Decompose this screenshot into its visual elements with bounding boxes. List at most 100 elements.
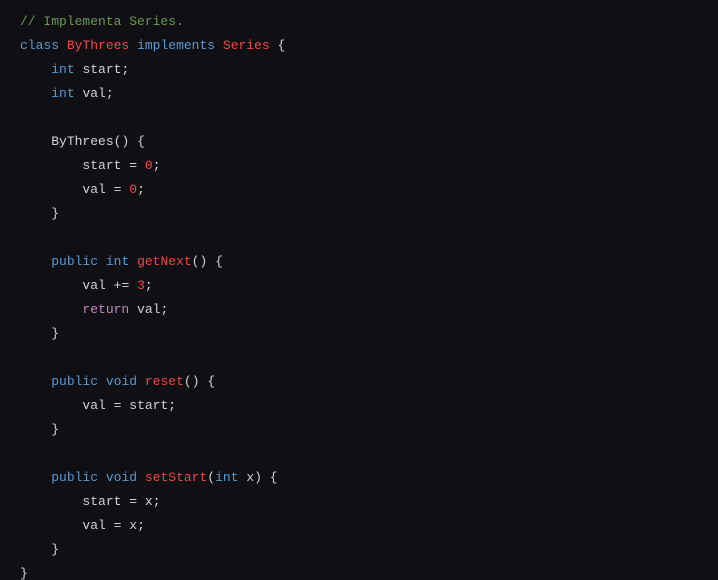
indent bbox=[20, 494, 82, 509]
space bbox=[262, 470, 270, 485]
code-line: int start; bbox=[20, 62, 129, 77]
space bbox=[129, 278, 137, 293]
ident-start: start bbox=[129, 398, 168, 413]
indent bbox=[20, 470, 51, 485]
indent bbox=[20, 134, 51, 149]
space bbox=[215, 38, 223, 53]
code-line: } bbox=[20, 422, 59, 437]
ident-val: val bbox=[82, 182, 105, 197]
code-line: ByThrees() { bbox=[20, 134, 145, 149]
class-name: ByThrees bbox=[67, 38, 129, 53]
indent bbox=[20, 254, 51, 269]
brace-open: { bbox=[215, 254, 223, 269]
keyword-class: class bbox=[20, 38, 59, 53]
ctor-name: ByThrees bbox=[51, 134, 113, 149]
space bbox=[137, 158, 145, 173]
space bbox=[129, 254, 137, 269]
space bbox=[129, 134, 137, 149]
brace-close: } bbox=[20, 566, 28, 580]
code-line: start = x; bbox=[20, 494, 161, 509]
code-line: int val; bbox=[20, 86, 114, 101]
space bbox=[106, 182, 114, 197]
space bbox=[270, 38, 278, 53]
paren-open: ( bbox=[184, 374, 192, 389]
ident-x: x bbox=[145, 494, 153, 509]
space bbox=[59, 38, 67, 53]
code-line: public void setStart(int x) { bbox=[20, 470, 278, 485]
indent bbox=[20, 542, 51, 557]
semicolon: ; bbox=[145, 278, 153, 293]
space bbox=[129, 38, 137, 53]
space bbox=[207, 254, 215, 269]
code-line: } bbox=[20, 326, 59, 341]
code-line: return val; bbox=[20, 302, 168, 317]
type-int: int bbox=[51, 62, 74, 77]
semicolon: ; bbox=[168, 398, 176, 413]
op-assign: = bbox=[129, 158, 137, 173]
code-line: } bbox=[20, 566, 28, 580]
space bbox=[106, 518, 114, 533]
keyword-return: return bbox=[82, 302, 129, 317]
brace-open: { bbox=[137, 134, 145, 149]
indent bbox=[20, 374, 51, 389]
keyword-public: public bbox=[51, 470, 98, 485]
semicolon: ; bbox=[160, 302, 168, 317]
type-void: void bbox=[106, 470, 137, 485]
number-zero: 0 bbox=[129, 182, 137, 197]
space bbox=[137, 494, 145, 509]
indent bbox=[20, 278, 82, 293]
type-int: int bbox=[106, 254, 129, 269]
brace-open: { bbox=[278, 38, 286, 53]
paren-close: ) bbox=[254, 470, 262, 485]
indent bbox=[20, 62, 51, 77]
semicolon: ; bbox=[106, 86, 114, 101]
space bbox=[106, 278, 114, 293]
semicolon: ; bbox=[153, 494, 161, 509]
brace-close: } bbox=[51, 206, 59, 221]
brace-close: } bbox=[51, 326, 59, 341]
code-line: val += 3; bbox=[20, 278, 153, 293]
op-assign: = bbox=[129, 494, 137, 509]
interface-name: Series bbox=[223, 38, 270, 53]
code-line: val = start; bbox=[20, 398, 176, 413]
space bbox=[106, 398, 114, 413]
indent bbox=[20, 518, 82, 533]
indent bbox=[20, 326, 51, 341]
semicolon: ; bbox=[137, 518, 145, 533]
code-line: start = 0; bbox=[20, 158, 161, 173]
ident-val: val bbox=[82, 278, 105, 293]
code-line: public void reset() { bbox=[20, 374, 215, 389]
ident-val: val bbox=[82, 398, 105, 413]
method-setstart: setStart bbox=[145, 470, 207, 485]
ident-val: val bbox=[82, 518, 105, 533]
method-reset: reset bbox=[145, 374, 184, 389]
space bbox=[98, 374, 106, 389]
type-int: int bbox=[51, 86, 74, 101]
space bbox=[137, 470, 145, 485]
code-line: class ByThrees implements Series { bbox=[20, 38, 285, 53]
ident-val: val bbox=[137, 302, 160, 317]
code-editor[interactable]: // Implementa Series. class ByThrees imp… bbox=[0, 0, 718, 580]
indent bbox=[20, 422, 51, 437]
field-start: start bbox=[82, 62, 121, 77]
paren-open: ( bbox=[207, 470, 215, 485]
brace-close: } bbox=[51, 422, 59, 437]
indent bbox=[20, 182, 82, 197]
indent bbox=[20, 86, 51, 101]
code-line: public int getNext() { bbox=[20, 254, 223, 269]
brace-open: { bbox=[207, 374, 215, 389]
indent bbox=[20, 206, 51, 221]
type-void: void bbox=[106, 374, 137, 389]
keyword-implements: implements bbox=[137, 38, 215, 53]
comment: // Implementa Series. bbox=[20, 14, 184, 29]
paren-close: ) bbox=[192, 374, 200, 389]
space bbox=[137, 374, 145, 389]
type-int: int bbox=[215, 470, 238, 485]
param-x: x bbox=[246, 470, 254, 485]
indent bbox=[20, 398, 82, 413]
method-getnext: getNext bbox=[137, 254, 192, 269]
brace-close: } bbox=[51, 542, 59, 557]
code-line: } bbox=[20, 206, 59, 221]
keyword-public: public bbox=[51, 254, 98, 269]
semicolon: ; bbox=[137, 182, 145, 197]
